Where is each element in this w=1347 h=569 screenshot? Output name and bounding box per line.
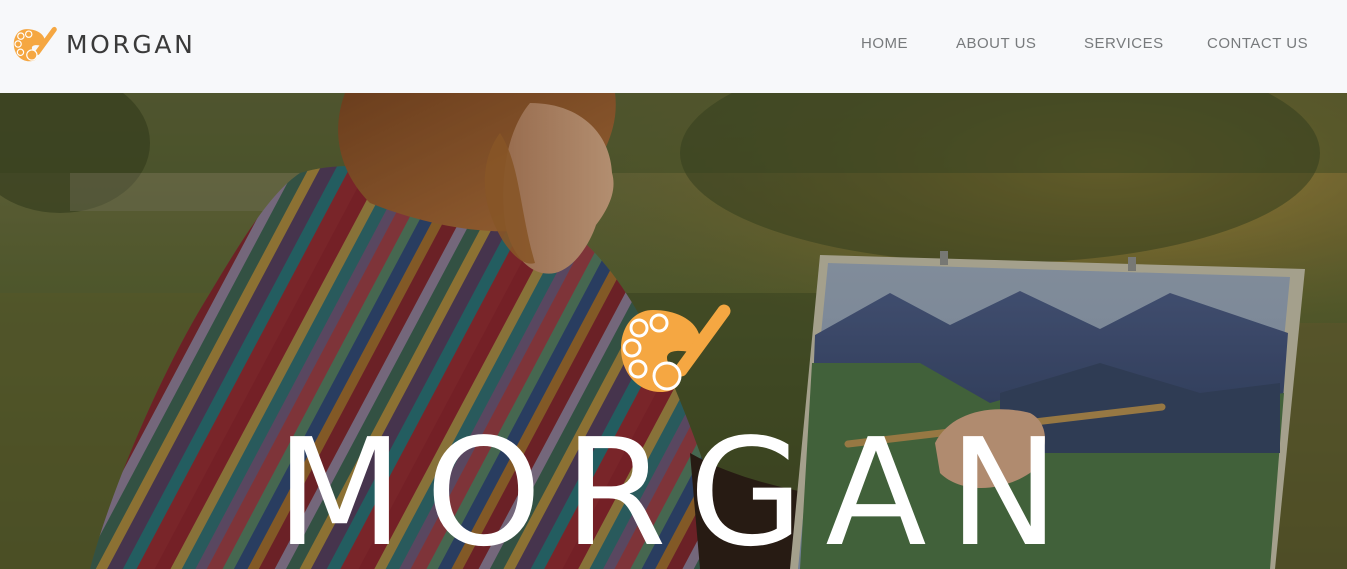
hero-section: MORGAN (0, 93, 1347, 569)
brand-name: MORGAN (66, 30, 196, 59)
nav-services-link[interactable]: SERVICES (1084, 34, 1164, 53)
palette-brush-icon (621, 304, 731, 392)
nav-contact-us-link[interactable]: CONTACT US (1207, 34, 1308, 53)
hero-title: MORGAN (275, 407, 1082, 569)
nav-about-us-link[interactable]: ABOUT US (956, 34, 1036, 53)
top-navbar: MORGAN HOME ABOUT US SERVICES CONTACT US (0, 0, 1347, 93)
palette-brush-icon (13, 26, 57, 62)
brand-logo-link[interactable]: MORGAN (13, 26, 195, 64)
nav-home-link[interactable]: HOME (861, 34, 908, 53)
